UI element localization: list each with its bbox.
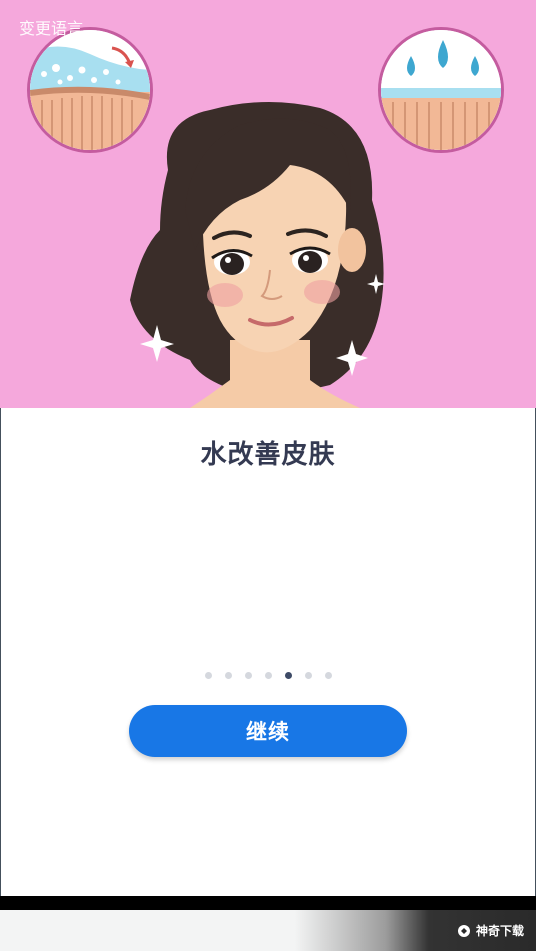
page-dot	[265, 671, 272, 679]
girl-avatar-illustration	[130, 101, 385, 408]
footer-strip	[0, 910, 536, 951]
page-dot	[225, 671, 232, 679]
onboarding-title: 水改善皮肤	[200, 440, 336, 470]
hero-illustration: 变更语言	[0, 0, 536, 408]
watermark-text: 神奇下载	[475, 924, 524, 938]
change-language-link[interactable]: 变更语言	[19, 15, 83, 39]
page-dot	[245, 671, 252, 679]
page-dot	[325, 671, 332, 679]
system-navigation-bar	[0, 896, 536, 910]
watermark: 神奇下载	[457, 922, 524, 939]
page-indicator	[205, 670, 332, 680]
page-dot-active	[285, 671, 292, 679]
page-dot	[305, 671, 312, 679]
page-dot	[205, 671, 212, 679]
continue-button[interactable]: 继续	[129, 705, 407, 757]
watermark-logo-icon	[457, 924, 470, 937]
